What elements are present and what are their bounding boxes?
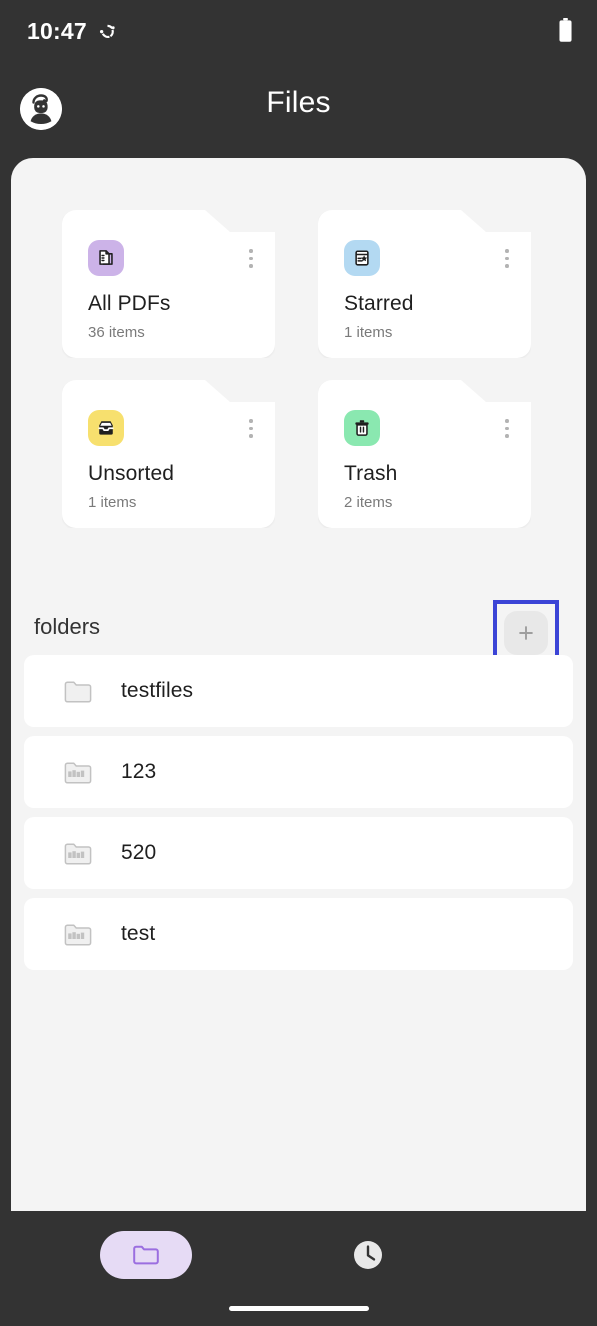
category-card-all-pdfs[interactable]: All PDFs 36 items [62, 210, 275, 358]
category-grid: All PDFs 36 items Starred 1 items Unsort… [62, 210, 536, 528]
folder-name: 123 [121, 760, 157, 783]
bottom-nav-items [100, 1231, 520, 1279]
folders-section-header: folders [34, 600, 563, 666]
app-header: Files [0, 62, 597, 158]
category-card-unsorted[interactable]: Unsorted 1 items [62, 380, 275, 528]
category-name: Unsorted [88, 462, 175, 485]
folders-label: folders [34, 614, 101, 639]
category-count: 1 items [344, 324, 393, 341]
trash-can-icon [344, 410, 380, 446]
folder-list: testfiles 123 520 test [24, 655, 573, 979]
nav-item-folders[interactable] [100, 1231, 192, 1279]
folder-row[interactable]: testfiles [24, 655, 573, 727]
folder-row[interactable]: 520 [24, 817, 573, 889]
status-bar-left: 10:47 [27, 18, 117, 45]
nav-item-recent[interactable] [344, 1231, 392, 1279]
kebab-menu-icon[interactable] [505, 419, 509, 438]
phone-screen: 10:47 Files All PDFs 36 items Starred 1 … [0, 0, 597, 1326]
category-name: Starred [344, 292, 414, 315]
folder-files-icon [64, 922, 92, 946]
folder-name: testfiles [121, 679, 194, 702]
status-bar: 10:47 [0, 0, 597, 62]
folder-row[interactable]: 123 [24, 736, 573, 808]
category-count: 36 items [88, 324, 145, 341]
folder-files-icon [64, 841, 92, 865]
page-title: Files [266, 86, 331, 119]
kebab-menu-icon[interactable] [505, 249, 509, 268]
inbox-tray-icon [88, 410, 124, 446]
kebab-menu-icon[interactable] [249, 419, 253, 438]
sync-icon [98, 22, 117, 41]
clock-recent-icon [354, 1241, 382, 1269]
folder-name: 520 [121, 841, 157, 864]
document-star-icon [344, 240, 380, 276]
battery-full-icon [558, 18, 573, 44]
kebab-menu-icon[interactable] [249, 249, 253, 268]
category-card-starred[interactable]: Starred 1 items [318, 210, 531, 358]
category-count: 2 items [344, 494, 393, 511]
folder-files-icon [64, 760, 92, 784]
category-card-trash[interactable]: Trash 2 items [318, 380, 531, 528]
folder-row[interactable]: test [24, 898, 573, 970]
category-name: Trash [344, 462, 398, 485]
category-count: 1 items [88, 494, 137, 511]
folder-icon [133, 1245, 159, 1265]
category-name: All PDFs [88, 292, 171, 315]
folder-empty-icon [64, 679, 92, 703]
home-indicator [228, 1306, 369, 1311]
documents-icon [88, 240, 124, 276]
status-time: 10:47 [27, 17, 87, 44]
folder-name: test [121, 922, 156, 945]
bottom-navigation [0, 1211, 597, 1326]
content-panel: All PDFs 36 items Starred 1 items Unsort… [11, 158, 586, 1211]
